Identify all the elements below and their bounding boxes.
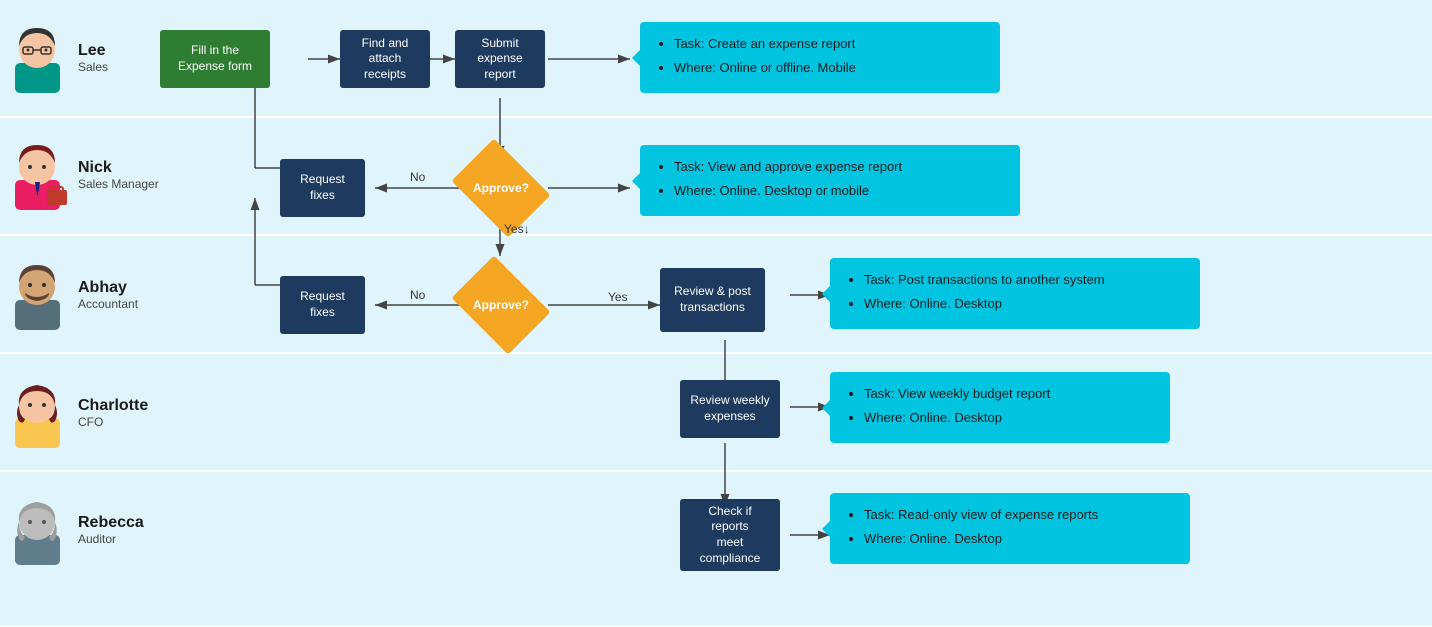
person-rebecca-info: Rebecca Auditor (78, 514, 144, 546)
no-label-nick: No (410, 170, 425, 184)
avatar-charlotte (5, 373, 70, 453)
callout-charlotte-where: Where: Online. Desktop (864, 408, 1154, 428)
person-abhay-name: Abhay (78, 279, 138, 297)
avatar-nick (5, 135, 70, 215)
approve-diamond-nick[interactable]: Approve? (456, 153, 546, 223)
check-compliance-box[interactable]: Check ifreportsmeetcompliance (680, 499, 780, 571)
yes-label-abhay: Yes (608, 290, 628, 304)
callout-nick-task: Task: View and approve expense report (674, 157, 1004, 177)
avatar-lee (5, 18, 70, 98)
submit-report-box[interactable]: Submitexpense report (455, 30, 545, 88)
callout-nick: Task: View and approve expense report Wh… (640, 145, 1020, 216)
callout-lee: Task: Create an expense report Where: On… (640, 22, 1000, 93)
person-nick: Nick Sales Manager (5, 135, 159, 215)
person-lee-role: Sales (78, 60, 108, 74)
find-receipts-box[interactable]: Find andattach receipts (340, 30, 430, 88)
person-rebecca: Rebecca Auditor (5, 490, 144, 570)
review-weekly-box[interactable]: Review weeklyexpenses (680, 380, 780, 438)
person-rebecca-role: Auditor (78, 532, 144, 546)
callout-abhay-where: Where: Online. Desktop (864, 294, 1184, 314)
no-label-abhay: No (410, 288, 425, 302)
review-post-box[interactable]: Review & posttransactions (660, 268, 765, 332)
person-rebecca-name: Rebecca (78, 514, 144, 532)
callout-nick-where: Where: Online. Desktop or mobile (674, 181, 1004, 201)
callout-lee-task: Task: Create an expense report (674, 34, 984, 54)
person-nick-name: Nick (78, 159, 159, 177)
person-lee-info: Lee Sales (78, 42, 108, 74)
avatar-rebecca (5, 490, 70, 570)
approve-nick-label: Approve? (473, 181, 529, 195)
request-fixes-abhay-box[interactable]: Requestfixes (280, 276, 365, 334)
yes-label-nick: Yes↓ (504, 222, 530, 236)
avatar-abhay (5, 255, 70, 335)
person-nick-role: Sales Manager (78, 177, 159, 191)
callout-rebecca-task: Task: Read-only view of expense reports (864, 505, 1174, 525)
callout-abhay-task: Task: Post transactions to another syste… (864, 270, 1184, 290)
person-abhay-role: Accountant (78, 297, 138, 311)
callout-lee-where: Where: Online or offline. Mobile (674, 58, 984, 78)
callout-rebecca: Task: Read-only view of expense reports … (830, 493, 1190, 564)
fill-expense-box[interactable]: Fill in the Expense form (160, 30, 270, 88)
person-abhay-info: Abhay Accountant (78, 279, 138, 311)
person-lee-name: Lee (78, 42, 108, 60)
person-lee: Lee Sales (5, 18, 108, 98)
callout-abhay: Task: Post transactions to another syste… (830, 258, 1200, 329)
approve-abhay-label: Approve? (473, 298, 529, 312)
callout-rebecca-where: Where: Online. Desktop (864, 529, 1174, 549)
person-charlotte-name: Charlotte (78, 397, 148, 415)
approve-diamond-abhay[interactable]: Approve? (456, 270, 546, 340)
callout-charlotte-task: Task: View weekly budget report (864, 384, 1154, 404)
person-abhay: Abhay Accountant (5, 255, 138, 335)
person-charlotte-role: CFO (78, 415, 148, 429)
person-nick-info: Nick Sales Manager (78, 159, 159, 191)
diagram: Lee Sales Fill in the Expense form Find … (0, 0, 1432, 627)
callout-charlotte: Task: View weekly budget report Where: O… (830, 372, 1170, 443)
request-fixes-nick-box[interactable]: Requestfixes (280, 159, 365, 217)
person-charlotte: Charlotte CFO (5, 373, 148, 453)
person-charlotte-info: Charlotte CFO (78, 397, 148, 429)
